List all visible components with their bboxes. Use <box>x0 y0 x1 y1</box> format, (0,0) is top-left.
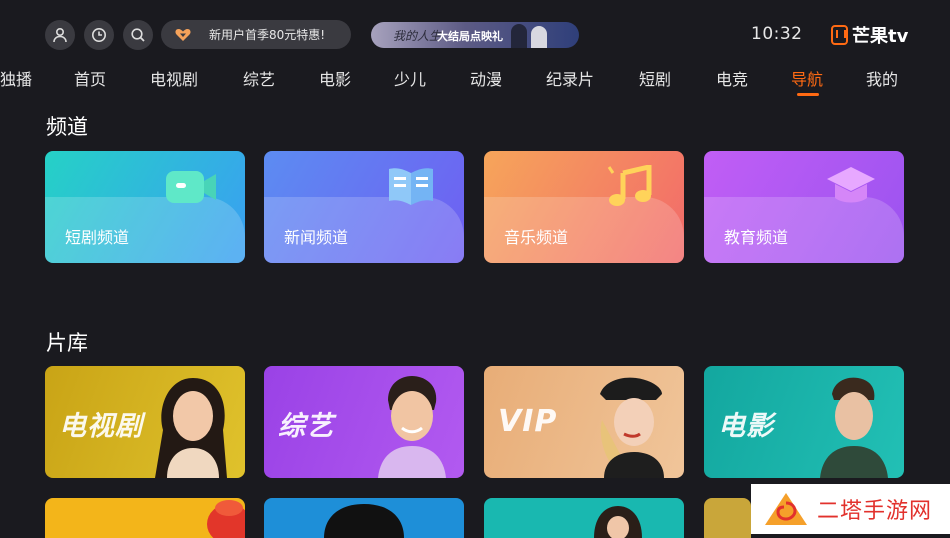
vip-promo-button[interactable]: 新用户首季80元特惠! <box>161 20 351 49</box>
library-card-anime[interactable] <box>264 498 464 538</box>
library-card-documentary[interactable] <box>484 498 684 538</box>
promo-banner[interactable]: 我的人生 大结局点映礼 <box>371 22 579 48</box>
banner-script-title: 我的人生 <box>393 29 442 43</box>
nav-item-documentary[interactable]: 纪录片 <box>546 66 594 90</box>
banner-person-image <box>531 26 547 48</box>
library-label: 电视剧 <box>59 411 143 442</box>
heart-diamond-icon <box>167 28 199 42</box>
channel-label: 教育频道 <box>724 228 789 247</box>
library-card-movie[interactable]: 电影 <box>704 366 904 478</box>
library-card-vip[interactable]: VIP <box>484 366 684 478</box>
actress-image <box>155 378 227 478</box>
actor-image <box>820 377 888 478</box>
section-title-library: 片库 <box>46 331 88 355</box>
search-button[interactable] <box>123 20 153 50</box>
nav-item-kids[interactable]: 少儿 <box>394 66 426 90</box>
presenter-image <box>594 506 642 538</box>
graduation-cap-icon <box>827 167 875 203</box>
anime-character-image <box>324 504 404 538</box>
user-icon <box>53 27 67 43</box>
nav-item-movie[interactable]: 电影 <box>319 66 351 90</box>
nav-active-indicator <box>797 93 819 96</box>
library-card-tv[interactable]: 电视剧 <box>45 366 245 478</box>
nav-item-esports[interactable]: 电竞 <box>716 66 748 90</box>
nav-item-short-drama[interactable]: 短剧 <box>639 66 671 90</box>
history-button[interactable] <box>84 20 114 50</box>
channel-card-education[interactable]: 教育频道 <box>704 151 904 263</box>
channel-label: 音乐频道 <box>504 228 569 247</box>
vip-star-image <box>600 377 664 478</box>
promo-text: 新用户首季80元特惠! <box>209 28 326 42</box>
cartoon-character-image <box>207 500 245 538</box>
logo-text: 芒果tv <box>852 26 909 47</box>
channel-label: 短剧频道 <box>65 228 130 247</box>
library-label: 综艺 <box>278 411 334 442</box>
channel-card-short-drama[interactable]: 短剧频道 <box>45 151 245 263</box>
nav-item-anime[interactable]: 动漫 <box>470 66 502 90</box>
host-image <box>378 376 446 478</box>
library-card-more[interactable] <box>704 498 751 538</box>
nav-item-variety[interactable]: 综艺 <box>243 66 275 90</box>
camera-icon <box>166 171 216 203</box>
nav-item-mine[interactable]: 我的 <box>866 66 898 90</box>
nav-item-guide[interactable]: 导航 <box>791 66 823 90</box>
music-note-icon <box>607 165 652 206</box>
banner-person-image <box>511 24 527 48</box>
channel-card-news[interactable]: 新闻频道 <box>264 151 464 263</box>
nav-item-home[interactable]: 首页 <box>74 66 106 90</box>
history-clock-icon <box>92 28 106 42</box>
watermark-text: 二塔手游网 <box>817 499 933 524</box>
library-label: VIP <box>498 404 558 439</box>
library-card-variety[interactable]: 综艺 <box>264 366 464 478</box>
watermark: 二塔手游网 <box>751 484 950 534</box>
channel-label: 新闻频道 <box>284 228 349 247</box>
mango-logo-icon <box>831 25 848 45</box>
top-nav: 独播 首页 电视剧 综艺 电影 少儿 动漫 纪录片 短剧 电竞 导航 我的 <box>0 66 950 92</box>
nav-item-tv[interactable]: 电视剧 <box>150 66 198 90</box>
clock: 10:32 <box>751 24 803 44</box>
user-button[interactable] <box>45 20 75 50</box>
library-card-kids[interactable] <box>45 498 245 538</box>
search-icon <box>131 28 145 42</box>
newspaper-icon <box>389 168 433 205</box>
nav-item-dubo[interactable]: 独播 <box>0 66 32 90</box>
section-title-channels: 频道 <box>46 115 88 139</box>
watermark-logo-icon <box>765 493 807 525</box>
banner-text: 大结局点映礼 <box>437 30 503 43</box>
library-label: 电影 <box>718 411 774 442</box>
mango-tv-logo: 芒果tv <box>831 22 908 48</box>
channel-card-music[interactable]: 音乐频道 <box>484 151 684 263</box>
